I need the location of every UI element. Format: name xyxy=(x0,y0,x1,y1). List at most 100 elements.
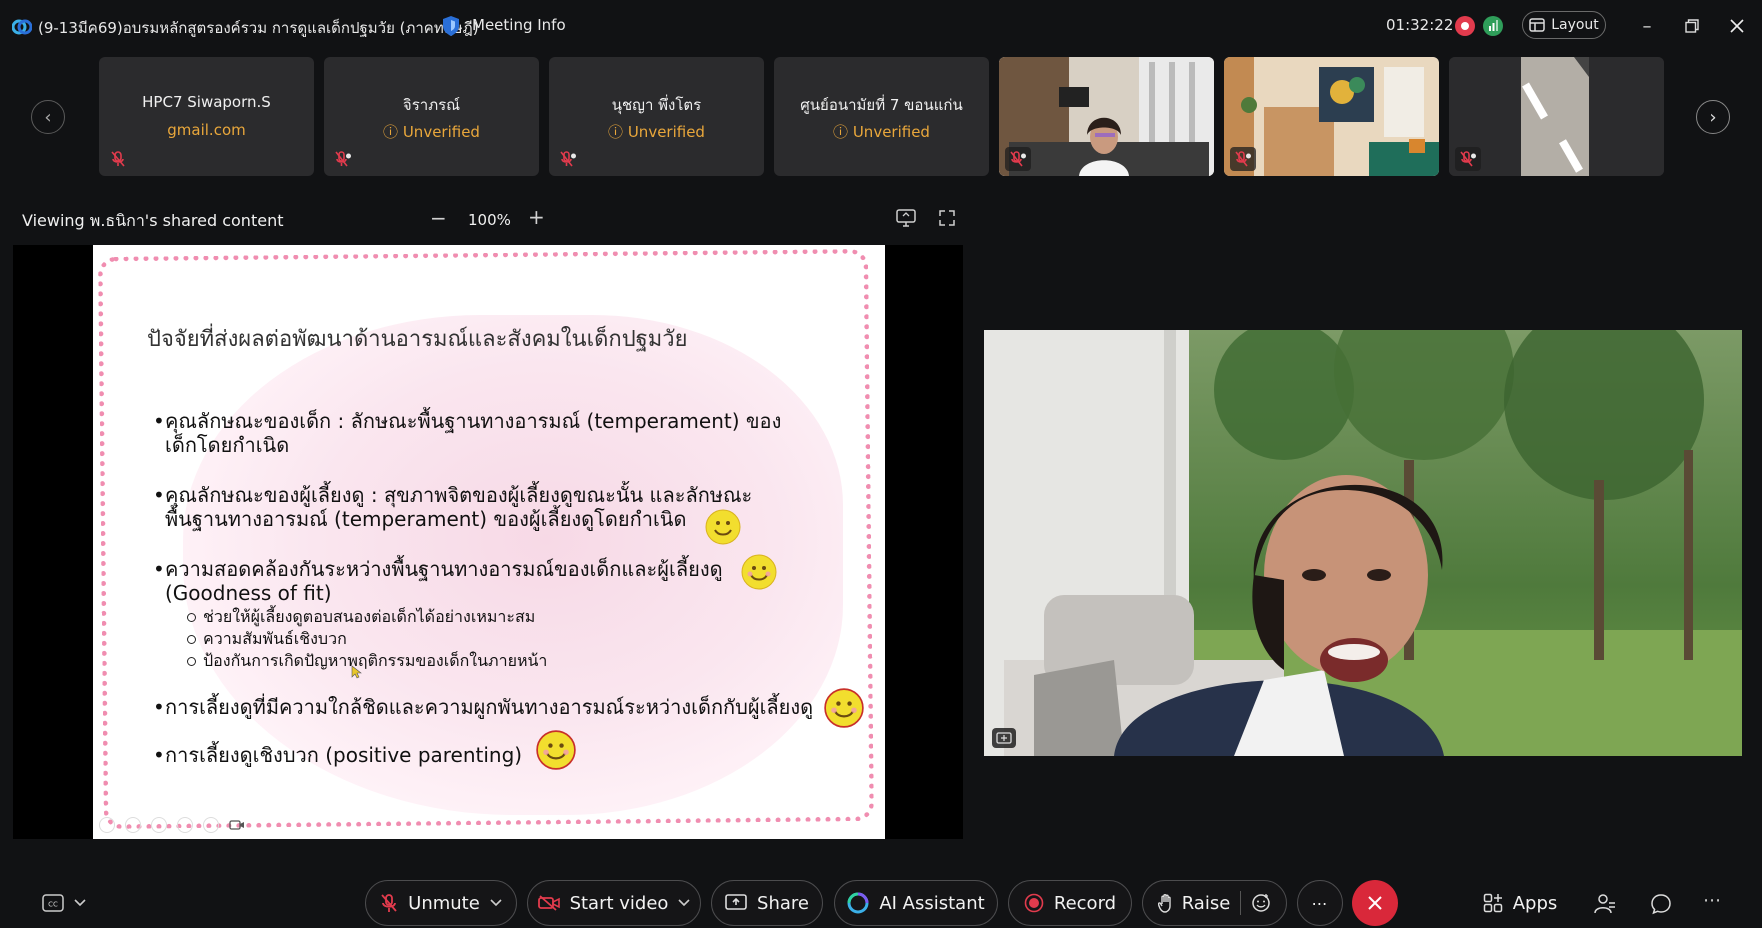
slide-bullet-line: คุณลักษณะของเด็ก : ลักษณะพื้นฐานทางอารมณ… xyxy=(165,409,782,433)
chevron-down-icon[interactable] xyxy=(490,899,502,907)
raise-hand-icon xyxy=(1157,894,1171,913)
start-video-button[interactable]: Start video xyxy=(527,880,701,926)
more-options-icon: ⋯ xyxy=(1311,893,1329,913)
participant-name: นุชญา พึ่งโตร xyxy=(611,96,702,114)
chat-icon[interactable] xyxy=(1650,893,1672,915)
slide-zoom-icon[interactable] xyxy=(203,817,219,833)
close-icon xyxy=(1368,896,1382,910)
chevron-down-icon[interactable] xyxy=(678,899,690,907)
share-screen-icon xyxy=(725,894,747,910)
participant-name: ศูนย์อนามัยที่ 7 ขอนแก่น xyxy=(800,96,963,114)
self-view-icon[interactable] xyxy=(992,728,1016,748)
smiley-icon xyxy=(824,688,864,728)
leave-meeting-button[interactable] xyxy=(1352,880,1398,926)
slide-bullet-line: เด็กโดยกำเนิด xyxy=(165,433,290,457)
slide-pen-icon[interactable] xyxy=(151,817,167,833)
reactions-icon[interactable] xyxy=(1251,893,1271,913)
slide-video-icon[interactable] xyxy=(229,819,245,831)
participant-status-label: Unverified xyxy=(402,123,480,141)
participant-video-tile[interactable] xyxy=(999,57,1214,176)
fullscreen-icon[interactable] xyxy=(939,210,955,226)
more-menu-icon[interactable]: ⋯ xyxy=(1703,890,1721,911)
mic-muted-icon xyxy=(111,151,125,167)
mic-muted-icon xyxy=(560,151,576,167)
mic-muted-icon xyxy=(381,894,397,912)
participant-video-ceiling xyxy=(1449,57,1664,176)
unmute-button[interactable]: Unmute xyxy=(365,880,517,926)
slide-grid-icon[interactable] xyxy=(177,817,193,833)
smiley-icon xyxy=(705,509,741,545)
ai-assistant-button[interactable]: AI Assistant xyxy=(834,880,998,926)
record-button[interactable]: Record xyxy=(1008,880,1132,926)
slide-playback-toolbar xyxy=(99,817,245,833)
smiley-icon xyxy=(741,554,777,590)
mic-muted-icon xyxy=(1460,151,1476,167)
layout-button[interactable]: Layout xyxy=(1522,11,1606,39)
meeting-timer: 01:32:22 xyxy=(1386,16,1454,34)
slide-bullet: การเลี้ยงดูที่มีความใกล้ชิดและความผูกพัน… xyxy=(153,695,813,719)
shield-icon[interactable] xyxy=(441,15,461,37)
raise-hand-button[interactable]: Raise xyxy=(1157,892,1231,914)
screen-options-icon[interactable] xyxy=(896,209,916,227)
participant-video-tile[interactable] xyxy=(1224,57,1439,176)
ai-assistant-icon xyxy=(847,892,869,914)
slide-next-icon[interactable] xyxy=(125,817,141,833)
active-speaker-video[interactable] xyxy=(984,330,1742,756)
mic-muted-icon xyxy=(1010,151,1026,167)
slide-sub-bullet: ช่วยให้ผู้เลี้ยงดูตอบสนองต่อเด็กได้อย่าง… xyxy=(186,607,536,626)
ai-assistant-label: AI Assistant xyxy=(879,892,985,914)
captions-button[interactable]: CC xyxy=(36,880,92,926)
participants-prev-button[interactable]: ‹ xyxy=(31,100,65,134)
participant-tile[interactable]: ศูนย์อนามัยที่ 7 ขอนแก่น ⓘ Unverified xyxy=(774,57,989,176)
network-status-icon[interactable] xyxy=(1483,16,1503,36)
apps-icon xyxy=(1483,893,1502,913)
raise-hand-group: Raise xyxy=(1142,880,1287,926)
participant-tile[interactable]: จิราภรณ์ ⓘ Unverified xyxy=(324,57,539,176)
smiley-icon xyxy=(536,730,576,770)
layout-label: Layout xyxy=(1551,17,1599,33)
participant-status-label: Unverified xyxy=(852,123,930,141)
participant-tile[interactable]: นุชญา พึ่งโตร ⓘ Unverified xyxy=(549,57,764,176)
participant-tile[interactable]: HPC7 Siwaporn.S gmail.com xyxy=(99,57,314,176)
participant-status: ⓘ Unverified xyxy=(324,121,539,142)
slide-sub-bullet: ป้องกันการเกิดปัญหาพฤติกรรมของเด็กในภายห… xyxy=(186,651,548,670)
participant-name: HPC7 Siwaporn.S xyxy=(142,93,271,111)
toolbar-divider xyxy=(1240,891,1242,915)
apps-label: Apps xyxy=(1512,892,1558,914)
speaker-video-frame xyxy=(984,330,1742,756)
restore-window-icon[interactable] xyxy=(1678,12,1706,40)
slide-bullet: คุณลักษณะของผู้เลี้ยงดู : สุขภาพจิตของผู… xyxy=(153,483,753,531)
recording-indicator-icon xyxy=(1455,16,1475,36)
chevron-down-icon xyxy=(74,899,86,907)
participants-icon[interactable] xyxy=(1594,893,1616,915)
participant-status-label: Unverified xyxy=(627,123,705,141)
minimize-window-icon[interactable]: – xyxy=(1633,12,1661,40)
slide-bullet-line: คุณลักษณะของผู้เลี้ยงดู : สุขภาพจิตของผู… xyxy=(165,483,753,507)
slide-title: ปัจจัยที่ส่งผลต่อพัฒนาด้านอารมณ์และสังคม… xyxy=(147,327,688,352)
participant-video-room xyxy=(1224,57,1439,176)
unmute-label: Unmute xyxy=(408,892,480,914)
participant-email: gmail.com xyxy=(167,121,246,139)
meeting-info-link[interactable]: Meeting Info xyxy=(472,16,566,34)
more-options-button[interactable]: ⋯ xyxy=(1297,880,1343,926)
zoom-out-button[interactable]: − xyxy=(430,206,447,230)
participant-video-tile[interactable] xyxy=(1449,57,1664,176)
slide-bullet-line: พื้นฐานทางอารมณ์ (temperament) ของผู้เลี… xyxy=(165,507,687,531)
title-bar: (9-13มีค69)อบรมหลักสูตรองค์รวม การดูแลเด… xyxy=(0,0,1762,54)
slide-bullet-line: (Goodness of fit) xyxy=(165,581,332,605)
slide-prev-icon[interactable] xyxy=(99,817,115,833)
slide-bullet: ความสอดคล้องกันระหว่างพื้นฐานทางอารมณ์ขอ… xyxy=(153,557,723,605)
apps-button[interactable]: Apps xyxy=(1482,880,1558,926)
participant-name: จิราภรณ์ xyxy=(402,96,461,114)
participants-next-button[interactable]: › xyxy=(1696,100,1730,134)
participant-status: ⓘ Unverified xyxy=(549,121,764,142)
record-icon xyxy=(1024,893,1044,913)
share-button[interactable]: Share xyxy=(711,880,823,926)
close-window-icon[interactable] xyxy=(1723,12,1751,40)
raise-label: Raise xyxy=(1181,892,1231,914)
warning-icon: ⓘ xyxy=(383,123,403,141)
presentation-slide: ปัจจัยที่ส่งผลต่อพัฒนาด้านอารมณ์และสังคม… xyxy=(93,245,885,839)
zoom-in-button[interactable]: + xyxy=(528,205,545,229)
closed-captions-icon: CC xyxy=(42,894,64,912)
mic-muted-icon xyxy=(335,151,351,167)
